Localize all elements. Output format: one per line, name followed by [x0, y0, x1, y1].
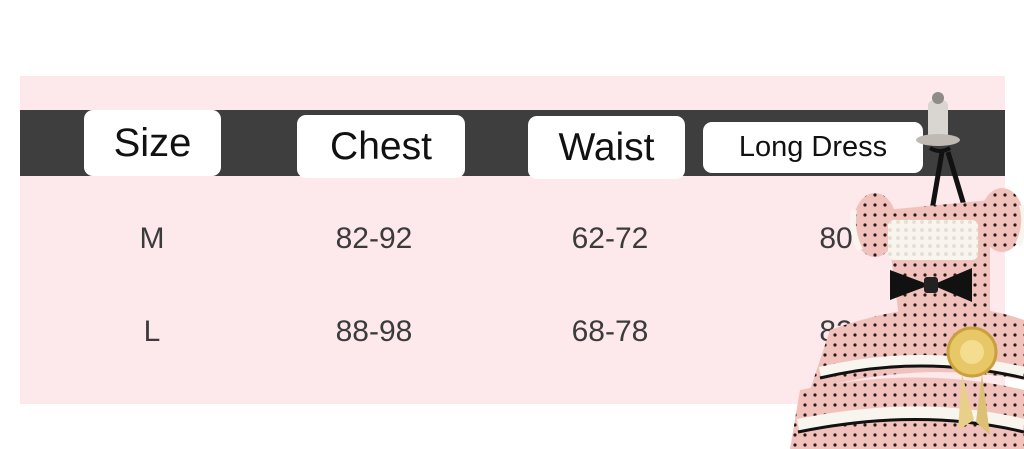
header-waist: Waist: [528, 116, 685, 179]
header-chest: Chest: [297, 115, 465, 178]
row-m-size: M: [139, 222, 165, 255]
mannequin-finial: [932, 92, 944, 104]
row-l-size: L: [143, 315, 161, 348]
row-l-chest: 88-98: [335, 315, 413, 348]
dress-mannequin-illustration: [790, 92, 1024, 449]
dress-bodice: [885, 200, 990, 325]
lace-collar: [888, 220, 978, 260]
row-l-waist: 68-78: [571, 315, 649, 348]
row-m-waist: 62-72: [571, 222, 649, 255]
row-m-chest: 82-92: [335, 222, 413, 255]
header-size: Size: [84, 110, 221, 176]
